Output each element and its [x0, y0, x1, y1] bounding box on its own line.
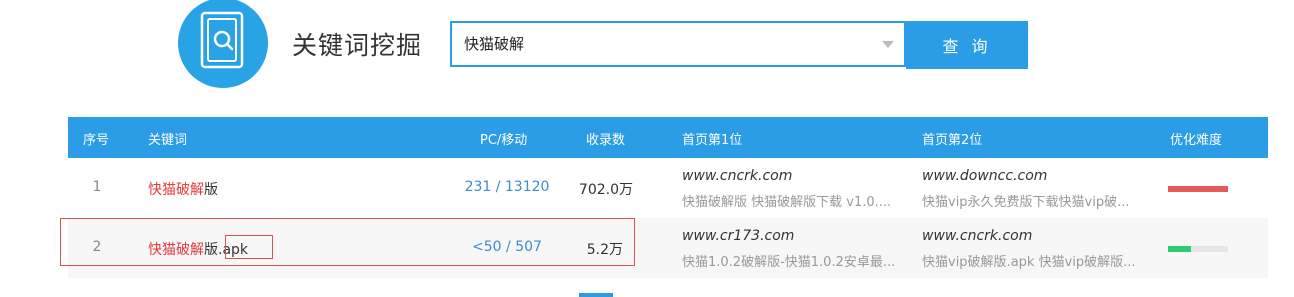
difficulty-bar: [1168, 186, 1228, 192]
header-difficulty: 优化难度: [1170, 133, 1223, 148]
rank2-url[interactable]: www.cncrk.com: [922, 228, 1032, 244]
selection-outline: [60, 218, 635, 266]
rank2-title[interactable]: 快猫vip破解版.apk 快猫vip破解版...: [922, 251, 1150, 270]
header-index: 序号: [83, 133, 110, 148]
search-input[interactable]: [464, 23, 864, 65]
header-pc-mobile: PC/移动: [480, 133, 528, 148]
rank2-title[interactable]: 快猫vip永久免费版下载快猫vip破...: [922, 191, 1150, 210]
row-keyword[interactable]: 快猫破解版: [148, 179, 218, 199]
rank1-url[interactable]: www.cncrk.com: [682, 168, 792, 184]
search-box[interactable]: [450, 21, 906, 67]
header-keyword: 关键词: [148, 133, 188, 148]
page-title: 关键词挖掘: [292, 31, 423, 60]
header-rank2: 首页第2位: [922, 133, 983, 148]
table-row: 1 快猫破解版 231 / 13120 702.0万 www.cncrk.com…: [68, 158, 1268, 218]
rank1-title[interactable]: 快猫破解版 快猫破解版下载 v1.0....: [682, 191, 910, 210]
difficulty-bar: [1168, 246, 1228, 252]
difficulty-fill: [1168, 186, 1228, 192]
rank2-url[interactable]: www.downcc.com: [922, 168, 1047, 184]
keyword-highlight: 快猫破解: [148, 182, 204, 198]
rank1-url[interactable]: www.cr173.com: [682, 228, 794, 244]
suffix-outline: [225, 235, 273, 259]
pagination-indicator[interactable]: [579, 293, 613, 297]
keyword-rest: 版: [204, 182, 218, 198]
difficulty-fill: [1168, 246, 1191, 252]
keyword-search-icon: [200, 11, 244, 69]
row-indexed: 702.0万: [578, 182, 633, 198]
search-button[interactable]: 查 询: [906, 21, 1028, 69]
header-indexed: 收录数: [586, 133, 626, 148]
header-rank1: 首页第1位: [682, 133, 743, 148]
app-logo: [178, 0, 268, 88]
rank1-title[interactable]: 快猫1.0.2破解版-快猫1.0.2安卓最...: [682, 251, 910, 270]
row-index: 1: [92, 179, 102, 195]
table-header: 序号 关键词 PC/移动 收录数 首页第1位 首页第2位 优化难度: [68, 117, 1268, 158]
chevron-down-icon[interactable]: [882, 41, 894, 48]
